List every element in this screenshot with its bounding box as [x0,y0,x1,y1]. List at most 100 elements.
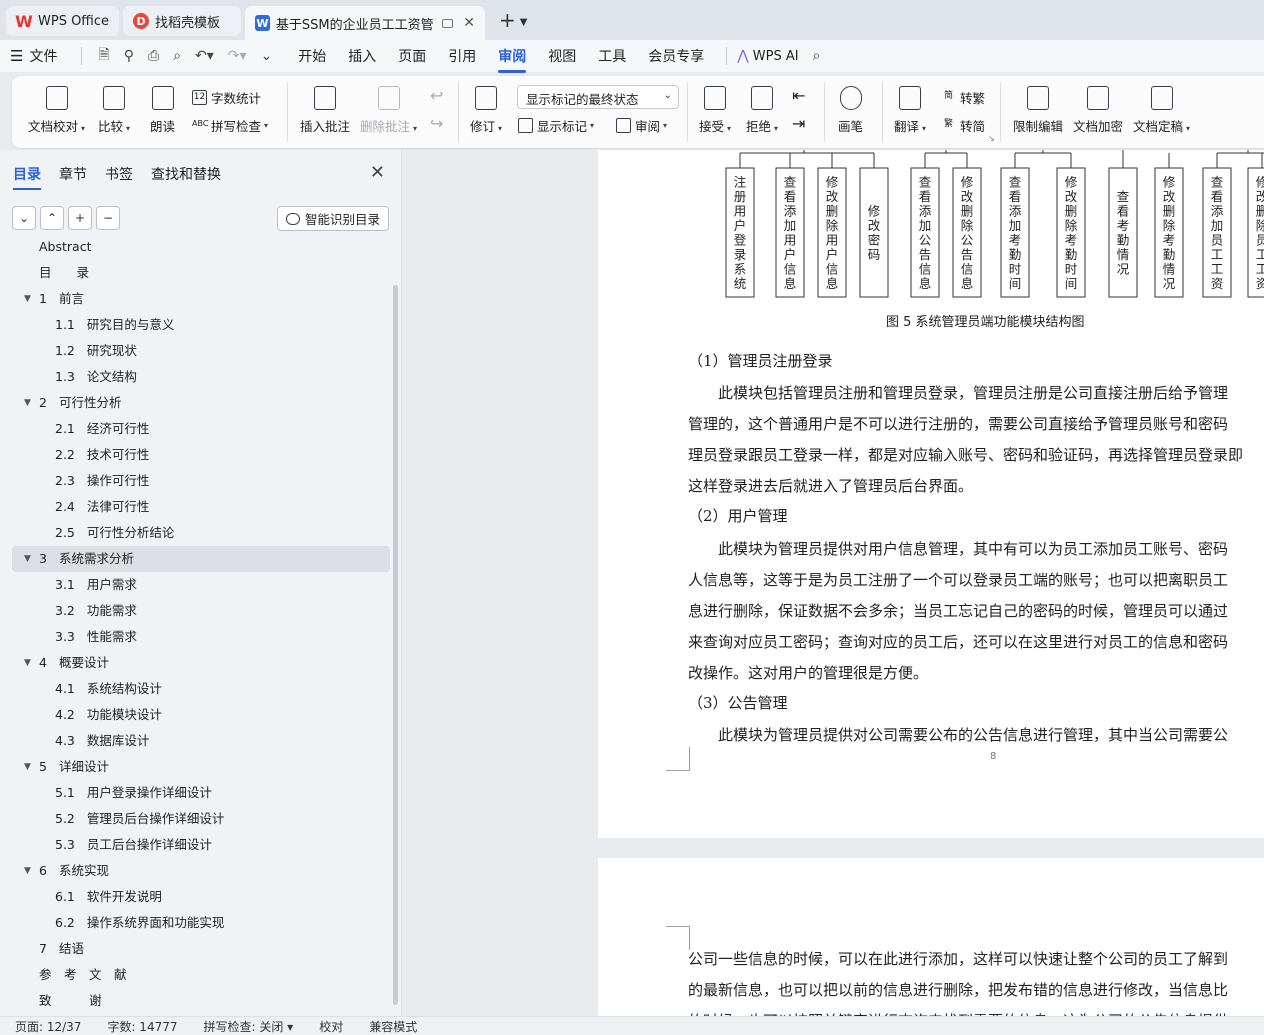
close-icon[interactable]: ✕ [370,162,385,183]
expand-triangle-icon[interactable]: ▼ [24,858,31,884]
proof-indicator[interactable]: 校对 [319,1018,343,1035]
toc-item[interactable]: 4.2 功能模块设计 [12,702,390,728]
nav-tab-chapter[interactable]: 章节 [59,164,87,184]
toc-item[interactable]: 1.3 论文结构 [12,364,390,390]
toc-item[interactable]: 4.1 系统结构设计 [12,676,390,702]
toc-item[interactable]: 1.2 研究现状 [12,338,390,364]
toc-item[interactable]: ▼ 6 系统实现 [12,858,390,884]
print-preview-icon[interactable]: ⌕ [173,48,181,64]
to-simplified-button[interactable]: 繁 转简 [941,116,985,135]
toc-item[interactable]: 致 谢 [12,988,390,1014]
menu-start[interactable]: 开始 [298,46,326,66]
nav-tab-toc[interactable]: 目录 [13,164,41,190]
wps-ai-button[interactable]: ⋀ WPS AI [737,48,798,64]
markup-state-select[interactable]: 显示标记的最终状态 ⌄ [517,85,679,109]
menu-view[interactable]: 视图 [548,46,576,66]
review-pane-button[interactable]: 审阅 ▾ [616,116,667,135]
toc-item[interactable]: 3.1 用户需求 [12,572,390,598]
show-markup-button[interactable]: 显示标记 ▾ [518,116,594,135]
toc-item[interactable]: 3.3 性能需求 [12,624,390,650]
expand-triangle-icon[interactable]: ▼ [24,390,31,416]
page-indicator[interactable]: 页面: 12/37 [15,1018,81,1035]
spell-check-button[interactable]: ABC 拼写检查 ▾ [192,116,268,135]
expand-triangle-icon[interactable]: ▼ [24,546,31,572]
nav-tab-bookmark[interactable]: 书签 [105,164,133,184]
revise-button[interactable]: 修订 ▾ [470,86,502,135]
undo-icon[interactable]: ↶▾ [195,48,214,64]
insert-comment-button[interactable]: 插入批注 [300,86,350,135]
chevron-down-icon[interactable]: ▼ [520,17,528,28]
toc-item[interactable]: 6.2 操作系统界面和功能实现 [12,910,390,936]
document-page[interactable]: 公司一些信息的时候，可以在此进行添加，这样可以快速让整个公司的员工了解到 的最新… [598,858,1264,1016]
toc-item[interactable]: ▼ 1 前言 [12,286,390,312]
next-change-icon[interactable]: ⇥ [792,114,805,133]
word-count-button[interactable]: 12 字数统计 [192,88,261,107]
toc-item[interactable]: ▼ 5 详细设计 [12,754,390,780]
expand-corner-icon[interactable]: ↘ [988,134,995,143]
compat-mode-indicator[interactable]: 兼容模式 [369,1018,417,1035]
doc-encrypt-button[interactable]: 文档加密 [1073,86,1123,135]
read-aloud-button[interactable]: 朗读 [150,86,175,135]
toc-item[interactable]: 2.2 技术可行性 [12,442,390,468]
toc-item[interactable]: 目 录 [12,260,390,286]
save-icon[interactable]: 🗎 [98,44,109,68]
next-comment-icon[interactable]: ↪ [430,114,443,133]
translate-button[interactable]: 翻译 ▾ [894,86,926,135]
toc-item[interactable]: Abstract [12,234,390,260]
search-icon[interactable]: ⌕ [813,48,821,64]
toc-item[interactable]: 2.5 可行性分析结论 [12,520,390,546]
tab-current-document[interactable]: W 基于SSM的企业员工工资管理 ✕ [245,6,486,40]
doc-check-button[interactable]: 文档校对 ▾ [28,86,85,135]
add-icon[interactable]: + [68,206,92,230]
expand-triangle-icon[interactable]: ▼ [24,286,31,312]
tab-daoke-template[interactable]: D 找稻壳模板 [123,6,242,36]
expand-down-icon[interactable]: ⌄ [12,206,36,230]
scrollbar[interactable] [393,285,398,1005]
delete-comment-button[interactable]: 删除批注 ▾ [360,86,417,135]
toc-item[interactable]: 参 考 文 献 [12,962,390,988]
pen-button[interactable]: 画笔 [838,86,863,135]
menu-page[interactable]: 页面 [398,46,426,66]
word-count-indicator[interactable]: 字数: 14777 [107,1018,177,1035]
expand-triangle-icon[interactable]: ▼ [24,754,31,780]
menu-member[interactable]: 会员专享 [648,46,704,66]
toc-item[interactable]: ▼ 3 系统需求分析 [12,546,390,572]
nav-tab-find-replace[interactable]: 查找和替换 [151,164,221,184]
prev-comment-icon[interactable]: ↩ [430,86,443,105]
menu-insert[interactable]: 插入 [348,46,376,66]
tab-wps-office[interactable]: W WPS Office [6,6,120,36]
toc-item[interactable]: 6.1 软件开发说明 [12,884,390,910]
menu-reference[interactable]: 引用 [448,46,476,66]
document-page[interactable]: 注册用户登录系统 查看添加用户信息 修改删除用户信息 修改密码 查看添加公告信息 修改删除… [598,150,1264,838]
monitor-icon[interactable] [442,18,454,28]
toc-item[interactable]: 2.1 经济可行性 [12,416,390,442]
toc-item[interactable]: 5.1 用户登录操作详细设计 [12,780,390,806]
prev-change-icon[interactable]: ⇤ [792,86,805,105]
toc-item[interactable]: ▼ 4 概要设计 [12,650,390,676]
spell-check-indicator[interactable]: 拼写检查: 关闭 ▾ [204,1018,294,1035]
toc-item[interactable]: 3.2 功能需求 [12,598,390,624]
toc-item[interactable]: 2.3 操作可行性 [12,468,390,494]
toc-item[interactable]: ▼ 2 可行性分析 [12,390,390,416]
restrict-edit-button[interactable]: 限制编辑 [1013,86,1063,135]
minus-icon[interactable]: − [96,206,120,230]
more-chevron-icon[interactable]: ⌄ [261,48,273,64]
to-traditional-button[interactable]: 简 转繁 [941,88,985,107]
close-icon[interactable]: ✕ [463,15,475,31]
smart-toc-button[interactable]: 智能识别目录 [276,206,389,231]
hamburger-icon[interactable]: ☰ [10,47,23,65]
doc-finalize-button[interactable]: 文档定稿 ▾ [1133,86,1190,135]
toc-item[interactable]: 7 结语 [12,936,390,962]
redo-icon[interactable]: ↷▾ [228,48,247,64]
reject-button[interactable]: 拒绝 ▾ [746,86,778,135]
new-tab-plus-icon[interactable]: + [499,8,516,32]
toc-item[interactable]: 1.1 研究目的与意义 [12,312,390,338]
collapse-up-icon[interactable]: ⌃ [40,206,64,230]
compare-button[interactable]: 比较 ▾ [98,86,130,135]
toc-item[interactable]: 4.3 数据库设计 [12,728,390,754]
menu-file[interactable]: 文件 [29,46,57,66]
accept-button[interactable]: 接受 ▾ [699,86,731,135]
link-icon[interactable]: ⚲ [124,48,134,64]
toc-item[interactable]: 5.3 员工后台操作详细设计 [12,832,390,858]
menu-review[interactable]: 审阅 [498,46,527,73]
